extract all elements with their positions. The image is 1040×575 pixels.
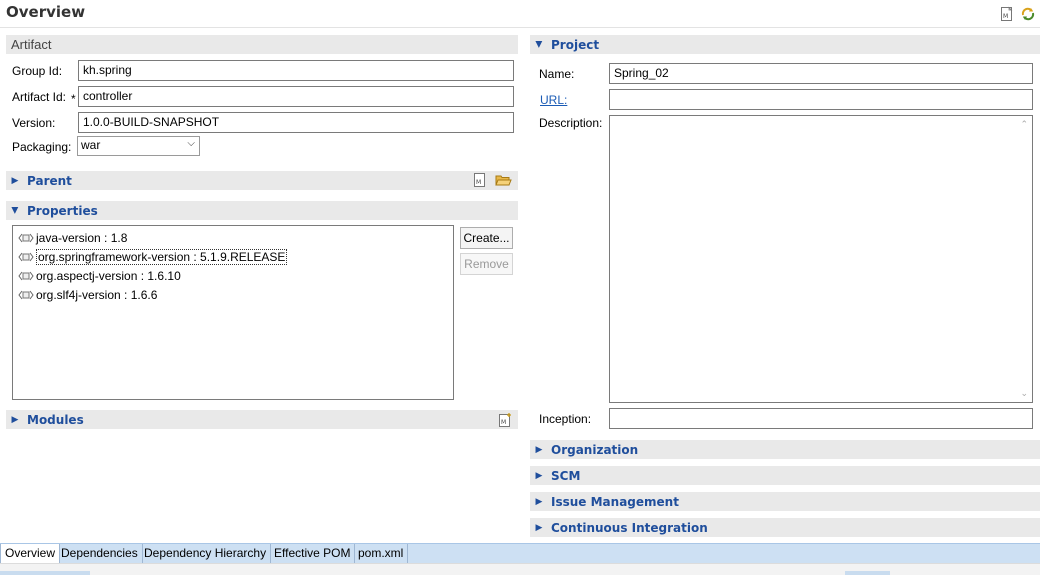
artifact-id-label: Artifact Id: [12, 90, 67, 104]
list-item[interactable]: java-version : 1.8 [18, 229, 127, 246]
artifact-section-header: Artifact [6, 35, 518, 54]
modules-header-label: Modules [27, 412, 84, 427]
ci-section-header[interactable]: ▶ Continuous Integration [530, 518, 1040, 537]
collapse-arrow-icon: ▶ [534, 41, 545, 48]
list-item[interactable]: org.springframework-version : 5.1.9.RELE… [18, 248, 288, 265]
parent-header-label: Parent [27, 173, 72, 188]
status-strip [0, 563, 1040, 575]
create-property-button[interactable]: Create... [460, 227, 513, 249]
svg-text:M: M [476, 179, 481, 186]
tab-effective-pom[interactable]: Effective POM [270, 544, 356, 564]
artifact-header-label: Artifact [11, 37, 52, 52]
name-label: Name: [539, 67, 575, 81]
status-strip-segment [0, 571, 90, 575]
issue-management-header-label: Issue Management [551, 494, 679, 509]
tab-pom-xml[interactable]: pom.xml [354, 544, 409, 564]
properties-section-header[interactable]: ▶ Properties [6, 201, 518, 220]
inception-label: Inception: [539, 412, 592, 426]
collapse-arrow-icon: ▶ [10, 207, 21, 214]
parent-section-header[interactable]: ▶ Parent [6, 171, 518, 190]
expand-arrow-icon: ▶ [535, 444, 543, 454]
packaging-select[interactable]: war ⌵ [77, 136, 200, 156]
scroll-down-icon[interactable]: ⌄ [1020, 388, 1028, 399]
artifact-id-field[interactable]: controller [78, 86, 514, 107]
svg-text:M: M [501, 419, 506, 426]
properties-header-label: Properties [27, 203, 98, 218]
ci-header-label: Continuous Integration [551, 520, 708, 535]
tab-dependency-hierarchy[interactable]: Dependency Hierarchy [140, 544, 272, 564]
expand-arrow-icon: ▶ [11, 175, 19, 185]
project-header-label: Project [551, 37, 600, 52]
scm-section-header[interactable]: ▶ SCM [530, 466, 1040, 485]
vertical-scrollbar[interactable]: ⌃ ⌄ [1015, 116, 1032, 402]
url-link[interactable]: URL: [540, 93, 567, 107]
expand-arrow-icon: ▶ [11, 414, 19, 424]
pom-xml-icon[interactable]: M [472, 172, 488, 188]
status-strip-segment [845, 571, 890, 575]
tab-overview[interactable]: Overview [0, 544, 61, 564]
organization-header-label: Organization [551, 442, 639, 457]
title-divider [0, 27, 1040, 28]
svg-text:M: M [1003, 13, 1008, 20]
property-icon [18, 271, 34, 280]
scroll-up-icon[interactable]: ⌃ [1020, 119, 1028, 130]
list-item[interactable]: org.aspectj-version : 1.6.10 [18, 267, 181, 284]
project-name-field[interactable]: Spring_02 [609, 63, 1033, 84]
packaging-value: war [81, 138, 101, 152]
create-module-icon[interactable]: M [497, 412, 513, 428]
inception-field[interactable] [609, 408, 1033, 429]
property-icon [18, 290, 34, 299]
expand-arrow-icon: ▶ [535, 470, 543, 480]
scm-header-label: SCM [551, 468, 581, 483]
chevron-down-icon: ⌵ [187, 138, 195, 149]
property-icon [18, 233, 34, 242]
list-item[interactable]: org.slf4j-version : 1.6.6 [18, 286, 157, 303]
project-section-header[interactable]: ▶ Project [530, 35, 1040, 54]
description-label: Description: [539, 116, 603, 130]
property-icon [18, 252, 34, 261]
required-marker: * [71, 92, 76, 106]
modules-section-header[interactable]: ▶ Modules [6, 410, 518, 429]
tab-dependencies[interactable]: Dependencies [57, 544, 143, 564]
remove-property-button[interactable]: Remove [460, 253, 513, 275]
version-label: Version: [12, 116, 56, 130]
issue-management-section-header[interactable]: ▶ Issue Management [530, 492, 1040, 511]
page-title: Overview [6, 3, 86, 21]
description-textarea[interactable]: ⌃ ⌄ [609, 115, 1033, 403]
open-folder-icon[interactable] [495, 172, 512, 188]
refresh-sync-icon[interactable] [1020, 6, 1036, 22]
version-field[interactable]: 1.0.0-BUILD-SNAPSHOT [78, 112, 514, 133]
group-id-field[interactable]: kh.spring [78, 60, 514, 81]
expand-arrow-icon: ▶ [535, 496, 543, 506]
packaging-label: Packaging: [12, 140, 72, 154]
organization-section-header[interactable]: ▶ Organization [530, 440, 1040, 459]
project-url-field[interactable] [609, 89, 1033, 110]
properties-list[interactable]: java-version : 1.8 org.springframework-v… [12, 225, 454, 400]
editor-tab-bar: Overview Dependencies Dependency Hierarc… [0, 543, 1040, 564]
pom-xml-icon[interactable]: M [999, 6, 1015, 22]
expand-arrow-icon: ▶ [535, 522, 543, 532]
group-id-label: Group Id: [12, 64, 63, 78]
